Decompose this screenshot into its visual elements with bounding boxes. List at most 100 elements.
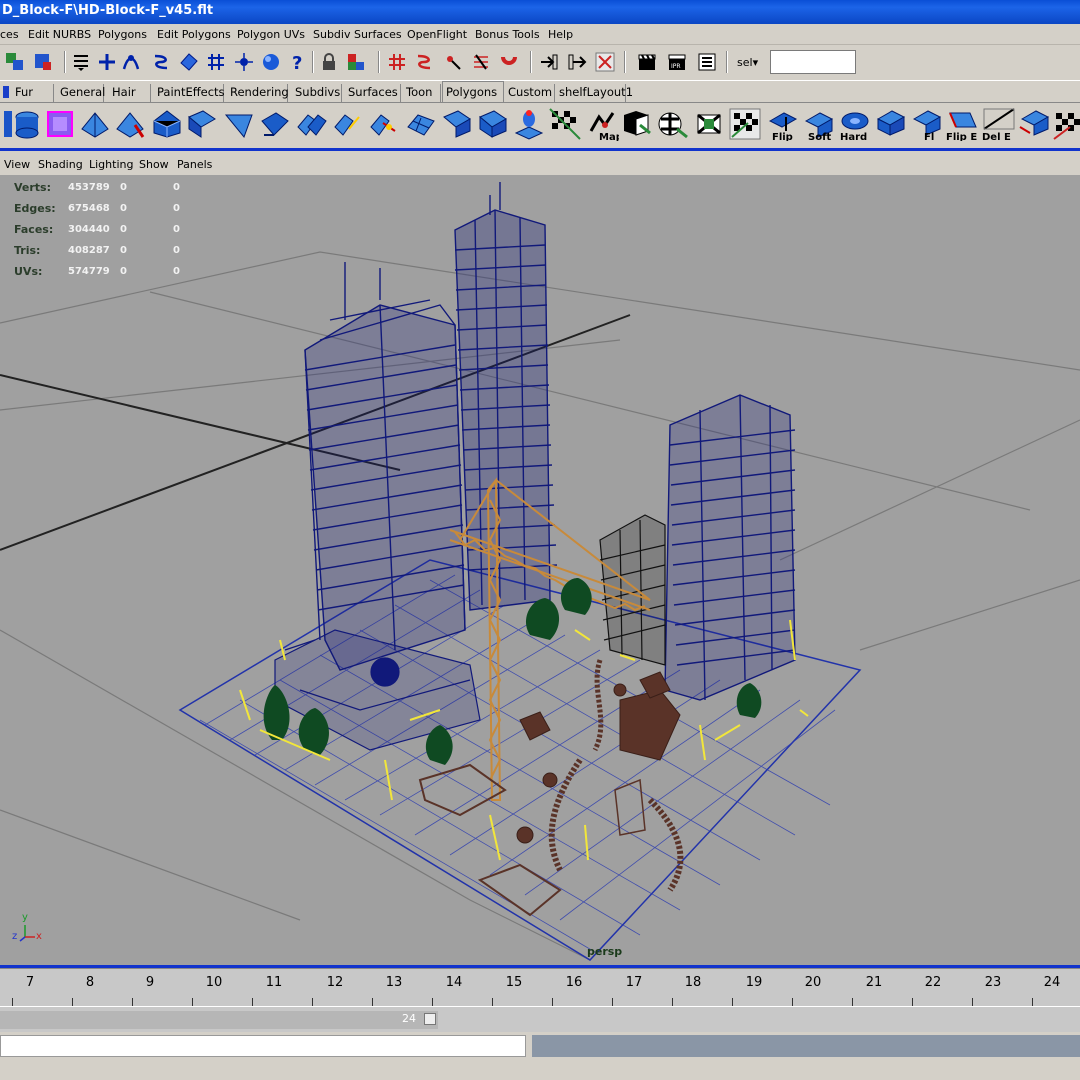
extrude-face-icon[interactable] bbox=[78, 107, 112, 141]
construction-history-icon[interactable] bbox=[386, 51, 408, 73]
panel-menu-shading[interactable]: Shading bbox=[38, 158, 83, 171]
snap-grid-icon[interactable] bbox=[205, 51, 227, 73]
panel-menu-view[interactable]: View bbox=[4, 158, 30, 171]
map-uv-icon[interactable]: Map bbox=[585, 107, 619, 141]
menu-item-polygons[interactable]: Polygons bbox=[98, 28, 147, 41]
bevel-icon[interactable] bbox=[150, 107, 184, 141]
delete-edge-icon[interactable]: Del E bbox=[982, 107, 1016, 141]
flip-edge-icon[interactable]: Flip E bbox=[946, 107, 980, 141]
range-end-handle[interactable] bbox=[424, 1013, 436, 1025]
selection-mask-icon[interactable] bbox=[345, 51, 367, 73]
poly-cylinder-icon[interactable] bbox=[10, 107, 44, 141]
time-tick bbox=[372, 998, 373, 1006]
tab-rendering[interactable]: Rendering bbox=[227, 84, 289, 102]
menu-item-help[interactable]: Help bbox=[548, 28, 573, 41]
subdivide-icon[interactable] bbox=[404, 107, 438, 141]
time-tick bbox=[12, 998, 13, 1006]
panel-menu-bar: View Shading Lighting Show Panels bbox=[0, 155, 1080, 175]
split-polygon-icon[interactable] bbox=[113, 107, 147, 141]
harden-edge-icon[interactable]: Hard bbox=[838, 107, 872, 141]
snap-together-icon[interactable] bbox=[413, 51, 435, 73]
plus-icon[interactable] bbox=[96, 51, 118, 73]
spherical-map-icon[interactable] bbox=[655, 107, 689, 141]
merge-vertices-icon[interactable] bbox=[185, 107, 219, 141]
magnet-icon[interactable] bbox=[498, 51, 520, 73]
cylindrical-map-icon[interactable] bbox=[620, 107, 654, 141]
selection-field-label[interactable]: sel▾ bbox=[737, 56, 758, 69]
poke-face-icon[interactable] bbox=[258, 107, 292, 141]
disable-history-icon[interactable] bbox=[594, 51, 616, 73]
menu-item-polygon-uvs[interactable]: Polygon UVs bbox=[237, 28, 305, 41]
collapse-edge-icon[interactable] bbox=[367, 107, 401, 141]
select-hierarchy-icon[interactable] bbox=[4, 51, 26, 73]
tab-surfaces[interactable]: Surfaces bbox=[345, 84, 401, 102]
command-input[interactable] bbox=[0, 1035, 526, 1057]
flip-uv-icon[interactable]: Flip bbox=[766, 107, 800, 141]
render-globals-icon[interactable] bbox=[696, 51, 718, 73]
planar-map-icon[interactable] bbox=[548, 107, 582, 141]
tab-general[interactable]: General bbox=[57, 84, 105, 102]
normal-conform-icon[interactable] bbox=[874, 107, 908, 141]
snap-live-icon[interactable] bbox=[260, 51, 282, 73]
range-slider-bar[interactable] bbox=[0, 1011, 438, 1029]
menu-item-openflight[interactable]: OpenFlight bbox=[407, 28, 467, 41]
tab-painteffects[interactable]: PaintEffects bbox=[154, 84, 225, 102]
time-tick bbox=[72, 998, 73, 1006]
make-live-icon[interactable] bbox=[470, 51, 492, 73]
time-tick-label: 11 bbox=[265, 975, 283, 990]
time-tick bbox=[972, 998, 973, 1006]
time-tick bbox=[912, 998, 913, 1006]
menu-item-edit-polygons[interactable]: Edit Polygons bbox=[157, 28, 231, 41]
duplicate-face-icon[interactable] bbox=[294, 107, 328, 141]
cut-faces-icon[interactable] bbox=[1018, 107, 1052, 141]
time-tick bbox=[612, 998, 613, 1006]
magnet-point-icon[interactable] bbox=[442, 51, 464, 73]
panel-menu-panels[interactable]: Panels bbox=[177, 158, 212, 171]
time-tick-label: 7 bbox=[25, 975, 35, 990]
checker-map-icon[interactable] bbox=[1052, 107, 1080, 141]
tab-polygons[interactable]: Polygons bbox=[442, 81, 504, 102]
perspective-viewport[interactable]: Verts: 453789 0 0 Edges: 675468 0 0 Faces: 3044… bbox=[0, 175, 1080, 965]
selection-name-input[interactable] bbox=[770, 50, 856, 74]
split-edge-ring-icon[interactable] bbox=[440, 107, 474, 141]
range-slider[interactable]: 24 bbox=[0, 1006, 1080, 1032]
tab-toon[interactable]: Toon bbox=[403, 84, 441, 102]
panel-menu-lighting[interactable]: Lighting bbox=[89, 158, 133, 171]
menu-item-edit-nurbs[interactable]: Edit NURBS bbox=[28, 28, 91, 41]
snap-curve-s-icon[interactable] bbox=[150, 51, 172, 73]
uv-checker-icon[interactable] bbox=[728, 107, 762, 141]
help-question-icon[interactable]: ? bbox=[287, 51, 309, 73]
menu-item-surfaces[interactable]: ces bbox=[0, 28, 19, 41]
output-arrow-icon[interactable] bbox=[566, 51, 588, 73]
snap-point-icon[interactable] bbox=[233, 51, 255, 73]
shelf-menu-icon[interactable] bbox=[2, 85, 10, 99]
wedge-face-icon[interactable] bbox=[222, 107, 256, 141]
tab-subdivs[interactable]: Subdivs bbox=[292, 84, 342, 102]
triangulate-icon[interactable] bbox=[476, 107, 510, 141]
reverse-normal-icon[interactable]: Fl bbox=[910, 107, 944, 141]
time-tick-label: 16 bbox=[565, 975, 583, 990]
soften-edge-icon[interactable]: Soft bbox=[802, 107, 836, 141]
tab-custom[interactable]: Custom bbox=[505, 84, 555, 102]
extract-icon[interactable] bbox=[331, 107, 365, 141]
menu-item-bonus-tools[interactable]: Bonus Tools bbox=[475, 28, 540, 41]
hierarchy-mode-icon[interactable] bbox=[70, 51, 92, 73]
lock-icon[interactable] bbox=[318, 51, 340, 73]
poly-cube-icon[interactable] bbox=[43, 107, 77, 141]
svg-text:Soft: Soft bbox=[808, 132, 831, 141]
panel-menu-show[interactable]: Show bbox=[139, 158, 169, 171]
tab-hair[interactable]: Hair bbox=[109, 84, 151, 102]
camera-name-label: persp bbox=[587, 945, 623, 958]
tab-shelflayout1[interactable]: shelfLayout1 bbox=[556, 84, 633, 102]
ipr-render-icon[interactable]: IPR bbox=[666, 51, 688, 73]
input-arrow-icon[interactable] bbox=[538, 51, 560, 73]
menu-item-subdiv-surfaces[interactable]: Subdiv Surfaces bbox=[313, 28, 402, 41]
render-clapper-icon[interactable] bbox=[636, 51, 658, 73]
smooth-icon[interactable] bbox=[512, 107, 546, 141]
snap-surface-icon[interactable] bbox=[178, 51, 200, 73]
tab-fur[interactable]: Fur bbox=[12, 84, 54, 102]
automatic-map-icon[interactable] bbox=[692, 107, 726, 141]
time-slider[interactable]: 7 8 9 10 11 12 13 14 15 16 17 18 19 20 2… bbox=[0, 968, 1080, 1006]
select-object-icon[interactable] bbox=[32, 51, 54, 73]
snap-curve-icon[interactable] bbox=[120, 51, 142, 73]
